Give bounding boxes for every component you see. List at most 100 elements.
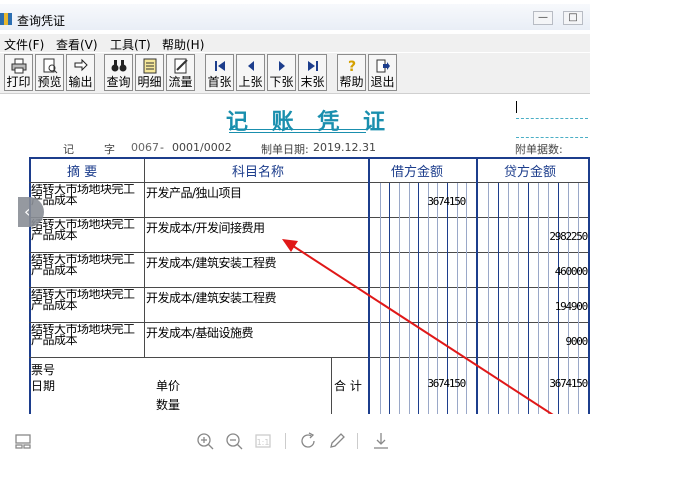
- export-icon: [74, 58, 88, 72]
- row-debit: 3674150: [427, 195, 466, 208]
- row-account: 开发产品/独山项目: [146, 186, 242, 200]
- toolbar: 打印 预览 输出 查询 明细 流量 首张 上张 下张 末张 ? 帮助 退出: [0, 53, 590, 94]
- window-title: 查询凭证: [17, 14, 66, 28]
- voucher-number: 0067: [131, 141, 159, 154]
- amount-grid-line: [409, 183, 410, 414]
- app-icon: [0, 12, 12, 26]
- download-icon[interactable]: [370, 430, 392, 452]
- row-summary: 结转大市场地块完工产品成本: [31, 289, 135, 311]
- row-divider: [29, 322, 590, 323]
- next-icon: [278, 61, 285, 71]
- row-summary: 结转大市场地块完工产品成本: [31, 324, 135, 346]
- row-account: 开发成本/基础设施费: [146, 326, 254, 340]
- title-underline-2: [229, 132, 366, 133]
- voucher-number-sep: -: [160, 141, 164, 154]
- row-credit: 9000: [565, 335, 589, 348]
- row-summary: 结转大市场地块完工产品成本: [31, 254, 135, 276]
- header-divider: [29, 182, 590, 183]
- amount-grid-line: [528, 183, 529, 414]
- last-icon: [307, 61, 318, 71]
- preview-button[interactable]: 预览: [35, 54, 64, 91]
- title-underline: [229, 129, 366, 130]
- dash-line-2: [516, 137, 588, 138]
- total-label: 合 计: [334, 379, 362, 393]
- first-icon: [214, 61, 225, 71]
- amount-grid-line: [498, 183, 499, 414]
- exit-icon: [376, 59, 390, 73]
- amount-grid-line: [389, 183, 390, 414]
- zoom-out-icon[interactable]: [223, 430, 245, 452]
- edit-icon[interactable]: [326, 430, 348, 452]
- printer-icon: [11, 58, 26, 74]
- amount-grid-line: [399, 183, 400, 414]
- help-button[interactable]: ? 帮助: [337, 54, 366, 91]
- row-account: 开发成本/开发间接费用: [146, 221, 265, 235]
- credit-column-border: [476, 159, 478, 414]
- menu-tools[interactable]: 工具(T): [110, 36, 151, 53]
- right-border: [588, 159, 590, 414]
- menu-file[interactable]: 文件(F): [4, 36, 44, 53]
- svg-text:1:1: 1:1: [257, 438, 270, 447]
- amount-grid-line: [488, 183, 489, 414]
- fit-icon[interactable]: 1:1: [252, 430, 274, 452]
- binoculars-icon: [111, 60, 126, 72]
- voucher-type: 记: [63, 143, 74, 156]
- dash-line-1: [516, 118, 588, 119]
- amount-grid-line: [508, 183, 509, 414]
- row-credit: 460000: [554, 265, 589, 278]
- unit-price-label: 单价: [156, 379, 181, 393]
- header-credit: 贷方金额: [504, 165, 557, 180]
- amount-grid-line: [518, 183, 519, 414]
- row-divider: [29, 357, 590, 358]
- debit-column-border: [368, 159, 370, 414]
- amount-grid-line: [380, 183, 381, 414]
- row-divider: [29, 252, 590, 253]
- total-credit: 3674150: [549, 377, 588, 390]
- menu-view[interactable]: 查看(V): [56, 36, 98, 53]
- zoom-in-icon[interactable]: [194, 430, 216, 452]
- prev-icon: [247, 61, 254, 71]
- ticket-label: 票号: [31, 363, 56, 377]
- rotate-icon[interactable]: [297, 430, 319, 452]
- query-button[interactable]: 查询: [104, 54, 133, 91]
- maximize-button[interactable]: □: [563, 11, 583, 25]
- preview-icon: [43, 58, 57, 74]
- last-button[interactable]: 末张: [298, 54, 327, 91]
- first-button[interactable]: 首张: [205, 54, 234, 91]
- next-button[interactable]: 下张: [267, 54, 296, 91]
- amount-grid-line: [538, 183, 539, 414]
- voucher-word: 字: [104, 143, 115, 156]
- header-debit: 借方金额: [391, 165, 444, 180]
- amount-grid-line: [418, 183, 419, 414]
- attachments-label: 附单据数:: [515, 143, 563, 156]
- minimize-button[interactable]: —: [533, 11, 553, 25]
- voucher-date: 2019.12.31: [313, 141, 376, 154]
- chevron-left-icon: ‹: [24, 202, 31, 221]
- text-cursor: [516, 101, 517, 113]
- svg-text:?: ?: [347, 59, 355, 74]
- prev-button[interactable]: 上张: [236, 54, 265, 91]
- export-button[interactable]: 输出: [66, 54, 95, 91]
- col-divider: [144, 159, 145, 357]
- row-divider: [29, 217, 590, 218]
- row-summary: 结转大市场地块完工产品成本: [31, 219, 135, 241]
- voucher-page: 0001/0002: [172, 141, 232, 154]
- help-icon: ?: [347, 59, 355, 74]
- print-button[interactable]: 打印: [4, 54, 33, 91]
- flow-icon: [174, 58, 188, 74]
- menu-help[interactable]: 帮助(H): [162, 36, 204, 53]
- row-credit: 194900: [554, 300, 589, 313]
- detail-icon: [143, 58, 156, 74]
- detail-button[interactable]: 明细: [135, 54, 164, 91]
- date-field-label: 日期: [31, 379, 56, 393]
- quantity-label: 数量: [156, 398, 181, 412]
- flow-button[interactable]: 流量: [166, 54, 195, 91]
- exit-button[interactable]: 退出: [368, 54, 397, 91]
- header-account: 科目名称: [232, 165, 285, 180]
- grid-icon[interactable]: [12, 430, 34, 452]
- viewer-separator: [285, 433, 286, 449]
- menu-bar: 文件(F) 查看(V) 工具(T) 帮助(H): [0, 34, 590, 52]
- row-credit: 2982250: [549, 230, 588, 243]
- title-bar: 查询凭证 — □: [0, 4, 590, 30]
- header-summary: 摘 要: [67, 165, 98, 180]
